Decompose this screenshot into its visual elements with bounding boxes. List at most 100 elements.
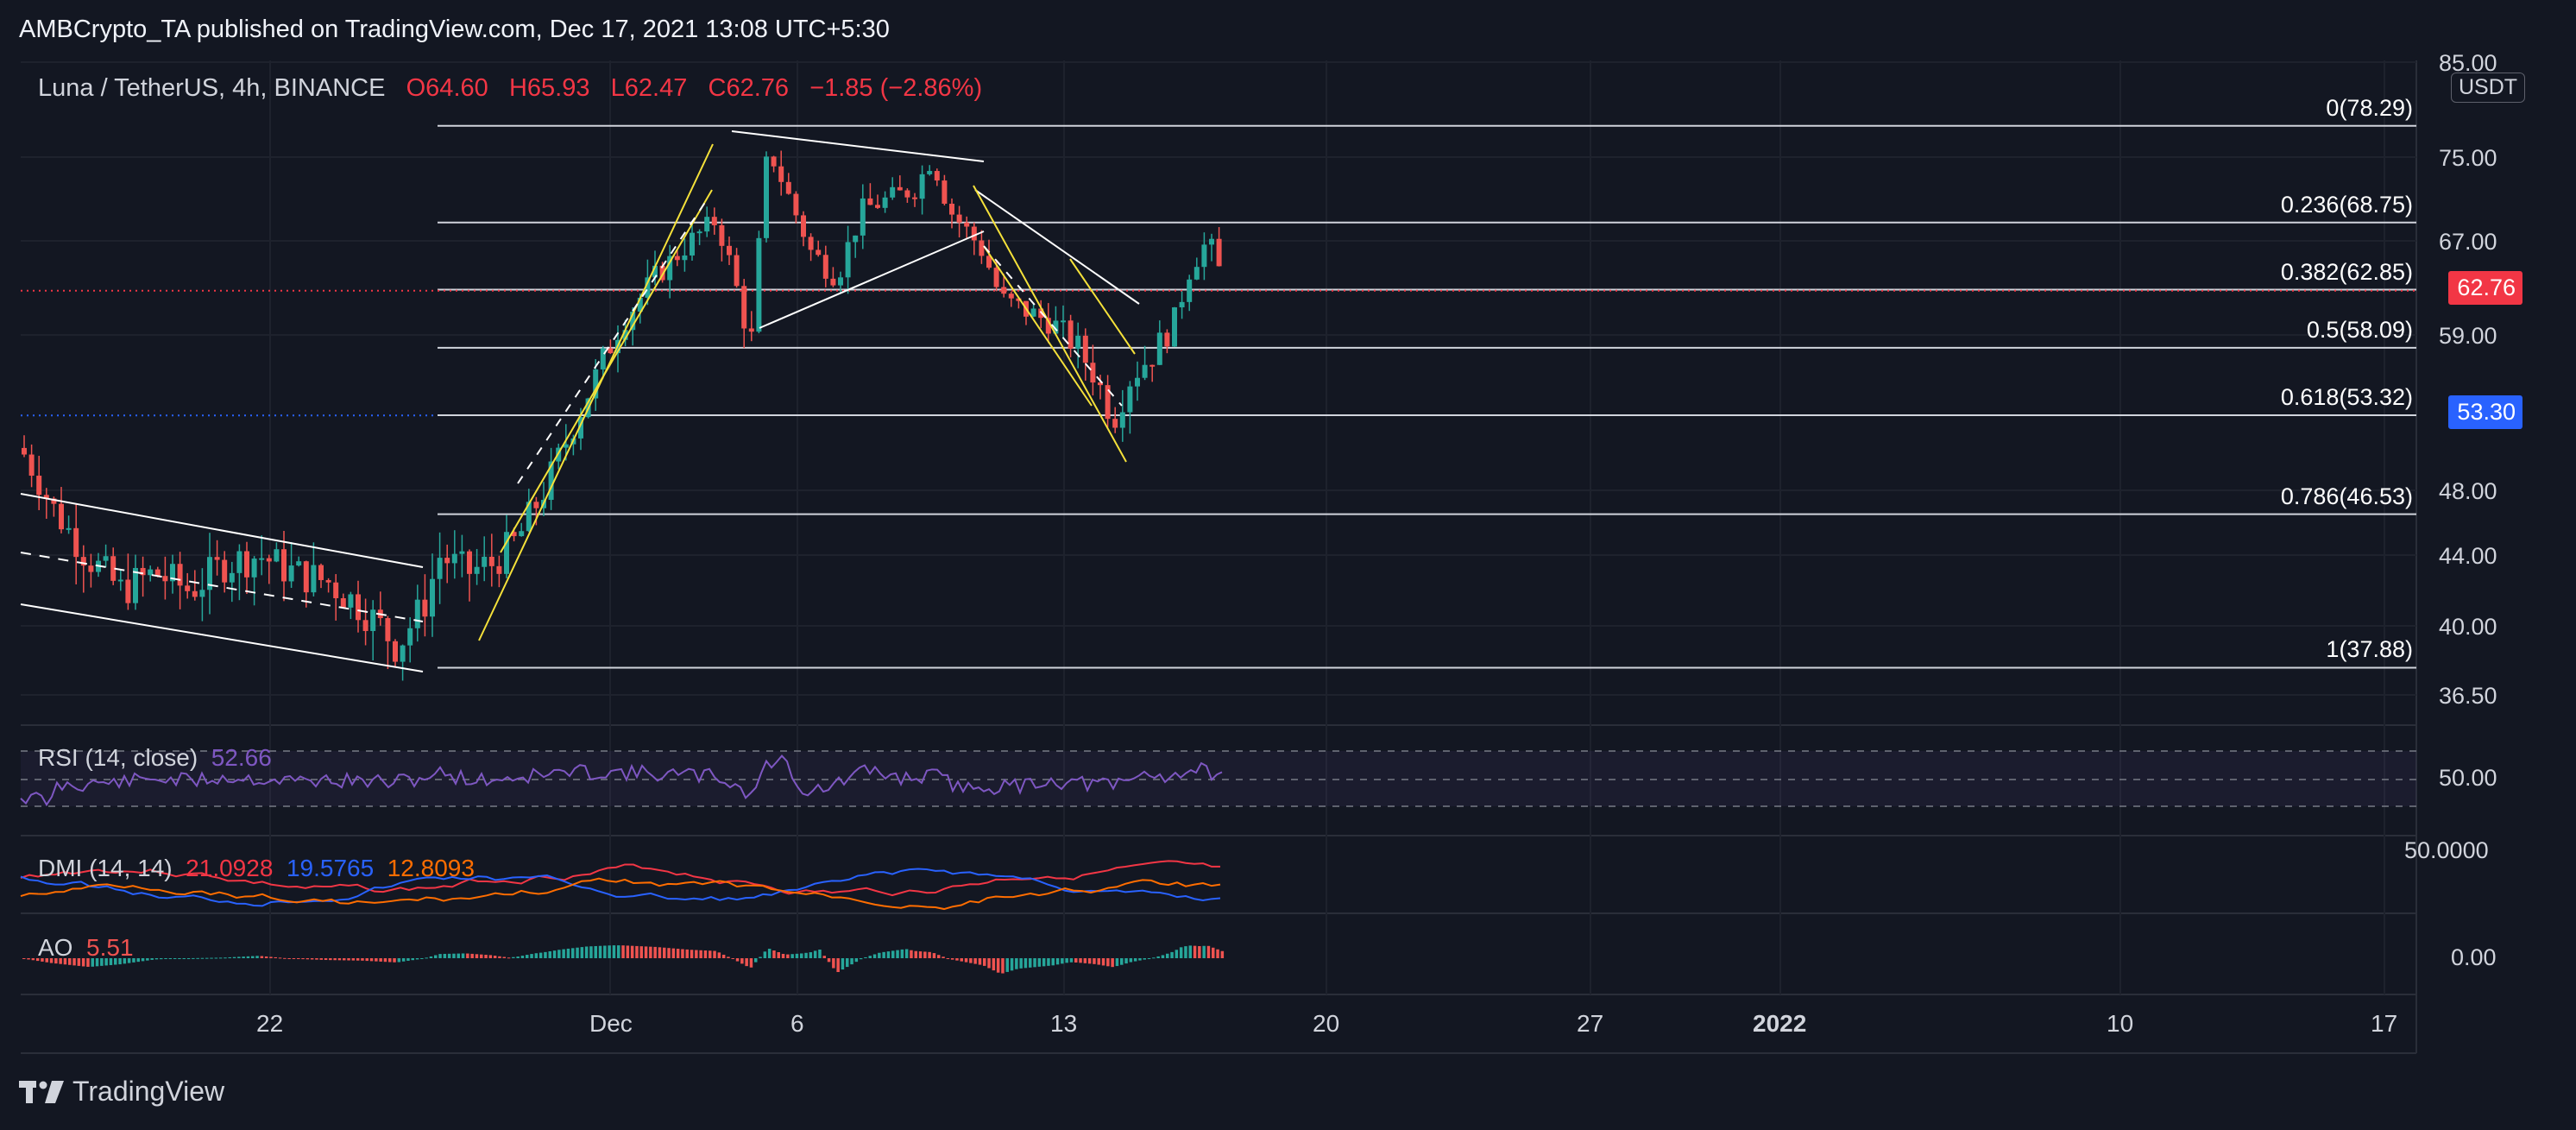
ao-bar	[292, 958, 296, 959]
ao-bar	[1166, 953, 1169, 958]
ao-bar	[969, 958, 973, 963]
close-value: C62.76	[708, 74, 790, 102]
ao-bar	[498, 956, 501, 958]
candle-body	[474, 566, 480, 574]
ao-legend[interactable]: AO 5.51	[38, 934, 134, 962]
candle-body	[66, 527, 72, 530]
ao-bar	[621, 945, 625, 958]
candle-body	[971, 226, 977, 241]
ao-bar	[749, 958, 753, 968]
ao-bar	[264, 956, 268, 958]
ao-bar	[992, 958, 996, 971]
ao-bar	[910, 950, 913, 958]
rsi-legend[interactable]: RSI (14, close) 52.66	[38, 744, 272, 772]
fib-level-label: 0.618(53.32)	[2280, 383, 2413, 410]
ao-bar	[534, 953, 539, 958]
ao-bar	[612, 945, 616, 958]
candle-body	[830, 278, 836, 286]
dmi-legend[interactable]: DMI (14, 14) 21.0928 19.5765 12.8093	[38, 855, 475, 882]
ao-bar	[361, 958, 364, 961]
candle-body	[281, 549, 287, 582]
ao-bar	[452, 953, 456, 958]
ao-bar	[667, 948, 671, 958]
ao-bar	[644, 946, 648, 958]
ao-bar	[809, 952, 813, 958]
ao-bar	[388, 958, 392, 963]
dmi-label: DMI (14, 14)	[38, 855, 173, 881]
ao-bar	[713, 950, 716, 958]
ao-bar	[539, 952, 543, 958]
ao-bar	[699, 950, 702, 958]
ao-bar	[1033, 958, 1036, 968]
ao-bar	[868, 956, 872, 958]
ao-bar	[530, 954, 533, 958]
ao-bar	[1029, 958, 1032, 968]
fib-level-label: 0.382(62.85)	[2280, 258, 2413, 285]
ao-bar	[205, 957, 209, 959]
dmi-adx: 12.8093	[387, 855, 475, 881]
ao-bar	[767, 949, 772, 958]
ao-bar	[955, 958, 959, 961]
candle-body	[192, 590, 198, 597]
candle-body	[934, 171, 940, 181]
ao-bar	[576, 947, 579, 958]
candle-body	[993, 268, 999, 287]
ao-bar	[1175, 950, 1179, 958]
ao-bar	[566, 948, 570, 958]
ao-bar	[818, 950, 822, 958]
ao-bar	[526, 955, 529, 958]
ao-bar	[1129, 958, 1133, 963]
candle-body	[296, 561, 302, 566]
trend-line	[20, 552, 424, 622]
ao-bar	[1010, 958, 1014, 971]
symbol-legend[interactable]: Luna / TetherUS, 4h, BINANCE O64.60 H65.…	[38, 74, 982, 103]
chart-canvas[interactable]	[0, 0, 2576, 1130]
ao-bar	[937, 955, 941, 958]
ao-bar	[1093, 958, 1096, 964]
time-axis-label: 22	[256, 1010, 284, 1037]
rsi-value: 52.66	[211, 744, 272, 771]
candle-body	[244, 551, 249, 578]
candle-body	[1172, 307, 1177, 347]
fib-level-label: 0.5(58.09)	[2306, 316, 2413, 343]
ao-bar	[260, 956, 264, 958]
tv-brand: TradingView	[72, 1076, 225, 1107]
ao-bar	[960, 958, 963, 962]
ao-bar	[520, 956, 525, 958]
candle-body	[199, 590, 205, 597]
dmi-axis-label: 50.0000	[2404, 837, 2489, 863]
candle-body	[838, 277, 843, 286]
ao-bar	[150, 958, 154, 960]
time-axis-label: Dec	[589, 1010, 633, 1037]
price-axis-label: 40.00	[2439, 614, 2497, 640]
candle-body	[764, 156, 769, 238]
currency-button[interactable]: USDT	[2451, 73, 2526, 103]
ao-bar	[1179, 947, 1183, 958]
channel-mid-line	[983, 245, 1123, 407]
candle-body	[1187, 279, 1193, 302]
fib-level-label: 1(37.88)	[2326, 636, 2413, 663]
ao-bar	[695, 950, 698, 958]
high-value: H65.93	[508, 74, 590, 102]
candle-body	[414, 599, 420, 628]
candle-body	[22, 447, 27, 455]
ao-bar	[251, 956, 255, 958]
fib-level-label: 0.236(68.75)	[2280, 191, 2413, 218]
candle-body	[236, 551, 242, 573]
ao-bar	[983, 958, 986, 966]
ao-bar	[580, 947, 584, 958]
candle-body	[496, 565, 502, 574]
ao-bar	[928, 951, 931, 958]
candle-body	[756, 237, 762, 332]
ao-bar	[822, 956, 826, 958]
candle-body	[860, 198, 866, 236]
rsi-label: RSI (14, close)	[38, 744, 198, 771]
candle-body	[333, 582, 339, 598]
candle-body	[927, 171, 933, 174]
ao-bar	[493, 956, 497, 958]
ao-bar	[1216, 949, 1219, 958]
candle-body	[36, 476, 42, 496]
fib-level-label: 0.786(46.53)	[2280, 483, 2413, 509]
tradingview-logo[interactable]: TradingView	[19, 1076, 224, 1108]
candle-body	[1008, 294, 1014, 299]
